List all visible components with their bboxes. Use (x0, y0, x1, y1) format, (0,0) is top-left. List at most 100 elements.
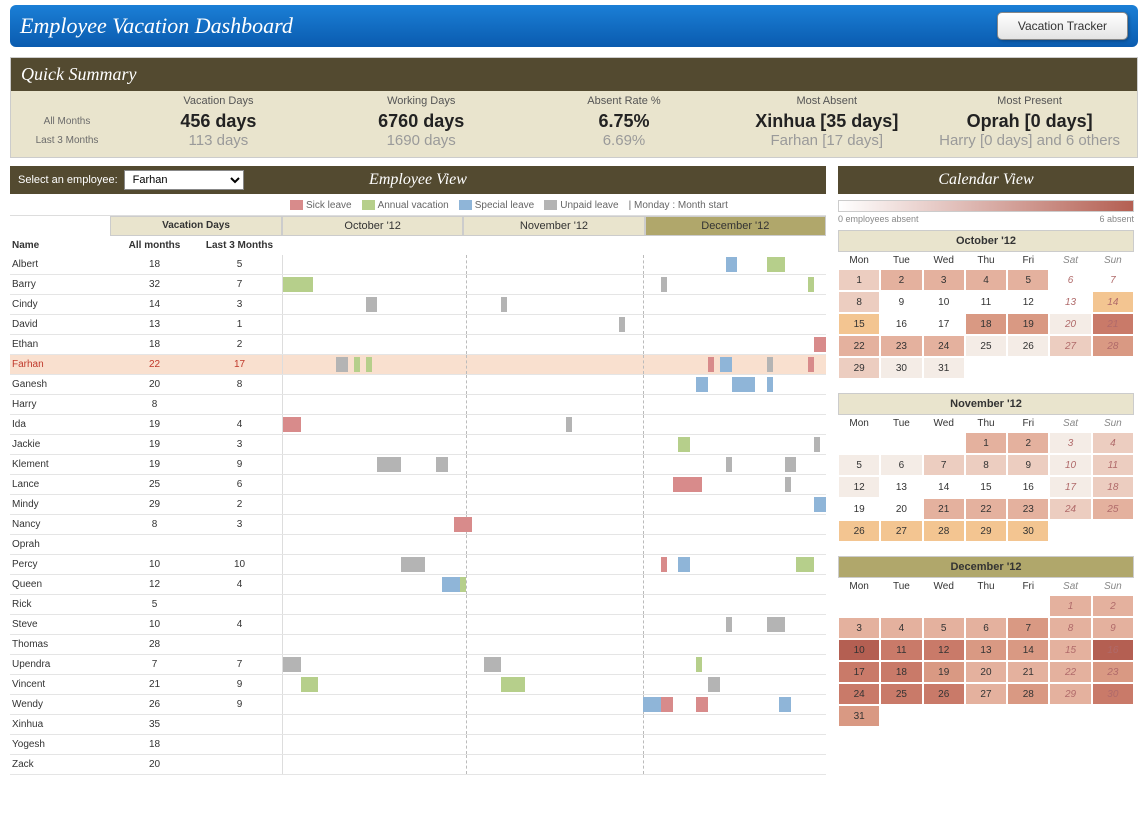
calendar-day[interactable]: 7 (1007, 617, 1049, 639)
calendar-day[interactable]: 28 (1092, 335, 1134, 357)
calendar-day[interactable]: 9 (1007, 454, 1049, 476)
calendar-day[interactable]: 30 (880, 357, 922, 379)
calendar-day[interactable]: 6 (880, 454, 922, 476)
calendar-day[interactable]: 21 (923, 498, 965, 520)
calendar-day[interactable]: 8 (965, 454, 1007, 476)
calendar-day[interactable]: 16 (1092, 639, 1134, 661)
calendar-day[interactable]: 26 (923, 683, 965, 705)
calendar-day[interactable]: 9 (1092, 617, 1134, 639)
calendar-day[interactable]: 11 (1092, 454, 1134, 476)
calendar-day[interactable]: 31 (923, 357, 965, 379)
calendar-day[interactable]: 5 (1007, 269, 1049, 291)
calendar-day[interactable]: 23 (880, 335, 922, 357)
calendar-day[interactable]: 7 (923, 454, 965, 476)
employee-row[interactable]: Jackie 19 3 (10, 435, 826, 455)
calendar-day[interactable]: 6 (1049, 269, 1091, 291)
employee-row[interactable]: Ganesh 20 8 (10, 375, 826, 395)
employee-row[interactable]: Vincent 21 9 (10, 675, 826, 695)
calendar-day[interactable]: 14 (923, 476, 965, 498)
calendar-day[interactable]: 15 (1049, 639, 1091, 661)
employee-row[interactable]: Thomas 28 (10, 635, 826, 655)
calendar-day[interactable]: 13 (1049, 291, 1091, 313)
calendar-day[interactable]: 11 (880, 639, 922, 661)
calendar-day[interactable]: 26 (838, 520, 880, 542)
employee-row[interactable]: Farhan 22 17 (10, 355, 826, 375)
calendar-day[interactable]: 4 (880, 617, 922, 639)
vacation-tracker-button[interactable]: Vacation Tracker (997, 12, 1128, 40)
calendar-day[interactable]: 9 (880, 291, 922, 313)
employee-row[interactable]: Albert 18 5 (10, 255, 826, 275)
calendar-day[interactable]: 1 (838, 269, 880, 291)
calendar-day[interactable]: 30 (1092, 683, 1134, 705)
calendar-day[interactable]: 10 (1049, 454, 1091, 476)
calendar-day[interactable]: 31 (838, 705, 880, 727)
calendar-day[interactable]: 27 (1049, 335, 1091, 357)
calendar-day[interactable]: 15 (965, 476, 1007, 498)
employee-row[interactable]: Steve 10 4 (10, 615, 826, 635)
employee-row[interactable]: Ida 19 4 (10, 415, 826, 435)
calendar-day[interactable]: 25 (1092, 498, 1134, 520)
employee-row[interactable]: Harry 8 (10, 395, 826, 415)
calendar-day[interactable]: 12 (1007, 291, 1049, 313)
calendar-day[interactable]: 14 (1092, 291, 1134, 313)
calendar-day[interactable]: 20 (965, 661, 1007, 683)
calendar-day[interactable]: 5 (838, 454, 880, 476)
calendar-day[interactable]: 19 (1007, 313, 1049, 335)
calendar-day[interactable]: 8 (1049, 617, 1091, 639)
employee-row[interactable]: Oprah (10, 535, 826, 555)
calendar-day[interactable]: 24 (838, 683, 880, 705)
calendar-day[interactable]: 10 (838, 639, 880, 661)
employee-row[interactable]: Ethan 18 2 (10, 335, 826, 355)
calendar-day[interactable]: 6 (965, 617, 1007, 639)
calendar-day[interactable]: 3 (923, 269, 965, 291)
calendar-day[interactable]: 2 (1007, 432, 1049, 454)
employee-row[interactable]: Mindy 29 2 (10, 495, 826, 515)
calendar-day[interactable]: 1 (1049, 595, 1091, 617)
calendar-day[interactable]: 24 (1049, 498, 1091, 520)
calendar-day[interactable]: 17 (1049, 476, 1091, 498)
employee-row[interactable]: Klement 19 9 (10, 455, 826, 475)
calendar-day[interactable]: 24 (923, 335, 965, 357)
calendar-day[interactable]: 23 (1007, 498, 1049, 520)
calendar-day[interactable]: 19 (923, 661, 965, 683)
calendar-day[interactable]: 11 (965, 291, 1007, 313)
calendar-day[interactable]: 12 (838, 476, 880, 498)
calendar-day[interactable]: 14 (1007, 639, 1049, 661)
employee-row[interactable]: Upendra 7 7 (10, 655, 826, 675)
calendar-day[interactable]: 21 (1007, 661, 1049, 683)
calendar-day[interactable]: 8 (838, 291, 880, 313)
calendar-day[interactable]: 1 (965, 432, 1007, 454)
calendar-day[interactable]: 16 (1007, 476, 1049, 498)
employee-row[interactable]: Cindy 14 3 (10, 295, 826, 315)
calendar-day[interactable]: 10 (923, 291, 965, 313)
calendar-day[interactable]: 18 (1092, 476, 1134, 498)
calendar-day[interactable]: 16 (880, 313, 922, 335)
calendar-day[interactable]: 22 (838, 335, 880, 357)
calendar-day[interactable]: 27 (880, 520, 922, 542)
calendar-day[interactable]: 29 (1049, 683, 1091, 705)
calendar-day[interactable]: 18 (965, 313, 1007, 335)
employee-row[interactable]: Lance 25 6 (10, 475, 826, 495)
employee-row[interactable]: Rick 5 (10, 595, 826, 615)
calendar-day[interactable]: 15 (838, 313, 880, 335)
calendar-day[interactable]: 30 (1007, 520, 1049, 542)
employee-row[interactable]: Percy 10 10 (10, 555, 826, 575)
employee-row[interactable]: David 13 1 (10, 315, 826, 335)
calendar-day[interactable]: 13 (880, 476, 922, 498)
calendar-day[interactable]: 28 (923, 520, 965, 542)
calendar-day[interactable]: 26 (1007, 335, 1049, 357)
calendar-day[interactable]: 17 (838, 661, 880, 683)
calendar-day[interactable]: 27 (965, 683, 1007, 705)
calendar-day[interactable]: 3 (838, 617, 880, 639)
calendar-day[interactable]: 7 (1092, 269, 1134, 291)
calendar-day[interactable]: 4 (1092, 432, 1134, 454)
calendar-day[interactable]: 29 (965, 520, 1007, 542)
calendar-day[interactable]: 12 (923, 639, 965, 661)
calendar-day[interactable]: 17 (923, 313, 965, 335)
calendar-day[interactable]: 25 (965, 335, 1007, 357)
calendar-day[interactable]: 22 (1049, 661, 1091, 683)
employee-row[interactable]: Xinhua 35 (10, 715, 826, 735)
calendar-day[interactable]: 25 (880, 683, 922, 705)
employee-select[interactable]: AlbertBarryCindyDavidEthanFarhanGaneshHa… (124, 170, 244, 190)
calendar-day[interactable]: 21 (1092, 313, 1134, 335)
